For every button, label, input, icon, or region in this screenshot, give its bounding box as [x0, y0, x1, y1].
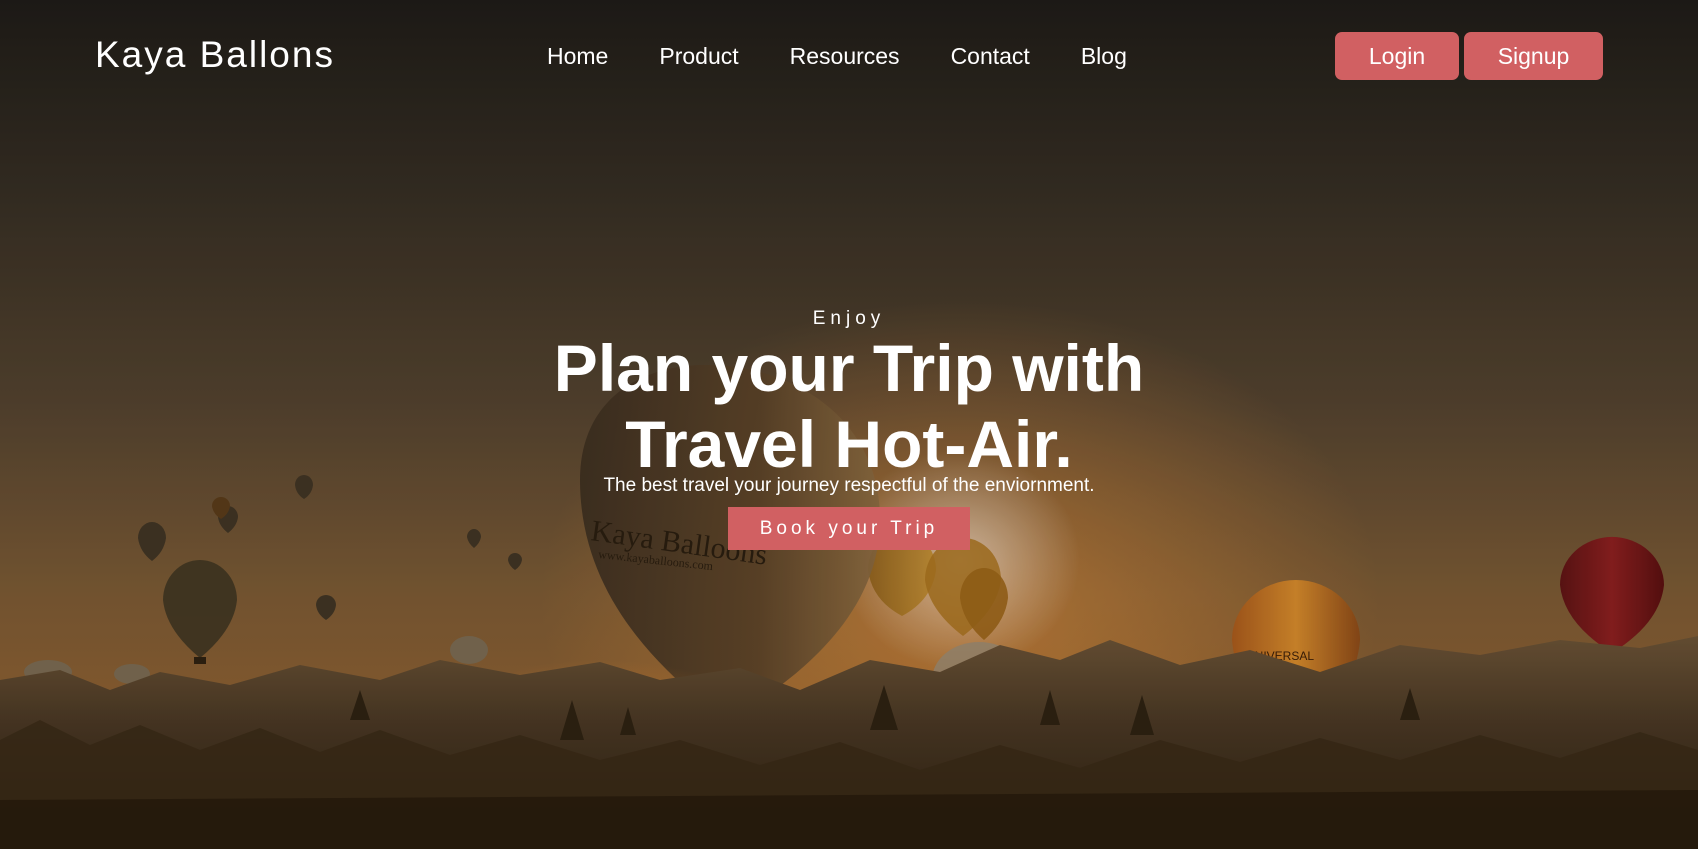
hero-tagline: The best travel your journey respectful …	[603, 475, 1095, 496]
nav-contact[interactable]: Contact	[951, 43, 1030, 70]
nav-resources[interactable]: Resources	[790, 43, 900, 70]
main-nav: Home Product Resources Contact Blog	[547, 43, 1127, 70]
hero-headline: Plan your Trip with Travel Hot-Air.	[0, 330, 1698, 482]
signup-button[interactable]: Signup	[1464, 32, 1603, 80]
book-trip-button[interactable]: Book your Trip	[728, 507, 970, 550]
hero-headline-line2: Travel Hot-Air.	[625, 407, 1073, 481]
brand-logo[interactable]: Kaya Ballons	[95, 34, 335, 76]
nav-home[interactable]: Home	[547, 43, 608, 70]
nav-blog[interactable]: Blog	[1081, 43, 1127, 70]
nav-product[interactable]: Product	[659, 43, 738, 70]
hero-eyebrow: Enjoy	[812, 308, 886, 329]
login-button[interactable]: Login	[1335, 32, 1459, 80]
hero-headline-line1: Plan your Trip with	[553, 331, 1145, 405]
